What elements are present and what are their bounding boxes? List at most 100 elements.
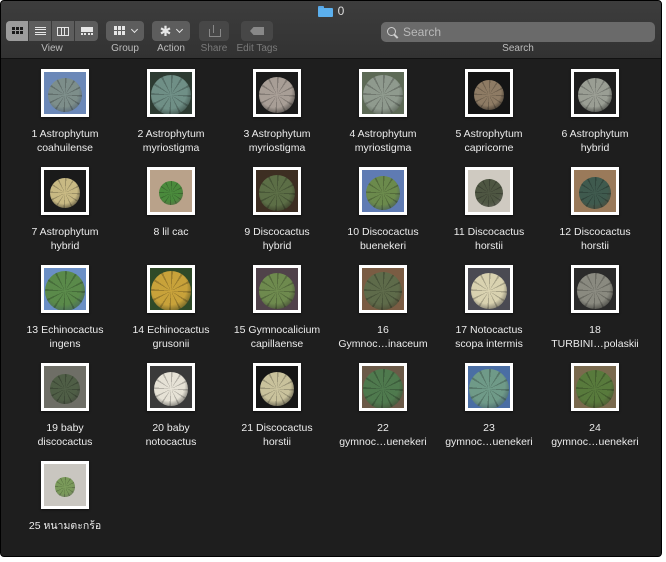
file-name: 6 Astrophytum hybrid: [542, 127, 648, 155]
file-item[interactable]: 6 Astrophytum hybrid: [542, 69, 648, 155]
file-item[interactable]: 1 Astrophytum coahuilense: [12, 69, 118, 155]
file-item[interactable]: 25 หนามตะกร้อ: [12, 461, 118, 533]
file-item[interactable]: 4 Astrophytum myriostigma: [330, 69, 436, 155]
column-view-button[interactable]: [52, 21, 75, 41]
file-name-line1: 11 Discocactus: [453, 226, 525, 238]
photo-background: [468, 170, 510, 212]
file-name: 12 Discocactus horstii: [542, 225, 648, 253]
file-name-line2: myriostigma: [142, 142, 200, 154]
share-button[interactable]: [199, 21, 229, 41]
file-name: 5 Astrophytum capricorne: [436, 127, 542, 155]
file-name-line1: 23: [483, 422, 495, 434]
file-thumbnail: [571, 363, 619, 411]
file-name-line1: 9 Discocactus: [244, 226, 310, 238]
file-item[interactable]: 12 Discocactus horstii: [542, 167, 648, 253]
file-thumbnail: [147, 167, 195, 215]
photo-background: [468, 72, 510, 114]
cactus-image: [576, 370, 614, 408]
file-item[interactable]: 9 Discocactus hybrid: [224, 167, 330, 253]
file-name: 16 Gymnoc…inaceum: [330, 323, 436, 351]
group-button[interactable]: [106, 21, 144, 41]
search-field[interactable]: [381, 22, 655, 42]
edit-tags-button[interactable]: [241, 21, 273, 41]
file-item[interactable]: 17 Notocactus scopa intermis: [436, 265, 542, 351]
group-group: [106, 21, 144, 41]
list-icon: [34, 26, 46, 36]
action-button[interactable]: ✱: [152, 21, 190, 41]
group-icon: [113, 26, 126, 36]
file-thumbnail: [147, 265, 195, 313]
file-name-line2: gymnoc…uenekeri: [551, 436, 639, 448]
photo-background: [150, 170, 192, 212]
file-name: 3 Astrophytum myriostigma: [224, 127, 330, 155]
cactus-image: [474, 80, 504, 111]
file-name: 20 baby notocactus: [118, 421, 224, 449]
file-thumbnail: [41, 167, 89, 215]
icon-grid-icon: [11, 26, 23, 36]
cactus-image: [45, 271, 85, 310]
cactus-image: [475, 179, 503, 208]
photo-background: [362, 268, 404, 310]
window-title-text: 0: [337, 4, 345, 18]
cactus-image: [471, 273, 507, 310]
file-item[interactable]: 23 gymnoc…uenekeri: [436, 363, 542, 449]
file-thumbnail: [465, 69, 513, 117]
file-item[interactable]: 24 gymnoc…uenekeri: [542, 363, 648, 449]
photo-background: [150, 72, 192, 114]
file-name-line1: 12 Discocactus: [559, 226, 631, 238]
file-name-line2: hybrid: [50, 240, 80, 252]
list-view-button[interactable]: [29, 21, 52, 41]
file-name-line2: hybrid: [580, 142, 610, 154]
file-thumbnail: [359, 69, 407, 117]
cactus-image: [259, 77, 295, 114]
photo-background: [256, 72, 298, 114]
file-item[interactable]: 21 Discocactus horstii: [224, 363, 330, 449]
file-item[interactable]: 22 gymnoc…uenekeri: [330, 363, 436, 449]
photo-background: [256, 170, 298, 212]
edit-tags-label: Edit Tags: [236, 43, 278, 54]
icon-view-button[interactable]: [6, 21, 29, 41]
search-input[interactable]: [403, 25, 643, 39]
file-name-line1: 19 baby: [46, 422, 84, 434]
file-item[interactable]: 5 Astrophytum capricorne: [436, 69, 542, 155]
file-item[interactable]: 20 baby notocactus: [118, 363, 224, 449]
file-name: 19 baby discocactus: [12, 421, 118, 449]
file-thumbnail: [571, 265, 619, 313]
gallery-icon: [80, 26, 93, 36]
window-title: 0: [1, 3, 661, 19]
file-item[interactable]: 7 Astrophytum hybrid: [12, 167, 118, 253]
file-name-line1: 16: [377, 324, 389, 336]
file-item[interactable]: 2 Astrophytum myriostigma: [118, 69, 224, 155]
file-item[interactable]: 18 TURBINI…polaskii: [542, 265, 648, 351]
file-name-line2: buenekeri: [359, 240, 407, 252]
share-icon: [209, 25, 221, 37]
cactus-image: [363, 369, 403, 408]
gallery-view-button[interactable]: [75, 21, 98, 41]
file-name-line2: capricorne: [464, 142, 514, 154]
photo-background: [574, 366, 616, 408]
file-item[interactable]: 14 Echinocactus grusonii: [118, 265, 224, 351]
columns-icon: [57, 26, 69, 36]
file-name: 24 gymnoc…uenekeri: [542, 421, 648, 449]
file-name-line2: Gymnoc…inaceum: [338, 338, 428, 350]
file-item[interactable]: 3 Astrophytum myriostigma: [224, 69, 330, 155]
photo-background: [468, 366, 510, 408]
file-name: 17 Notocactus scopa intermis: [436, 323, 542, 351]
cactus-image: [260, 372, 294, 407]
file-item[interactable]: 10 Discocactus buenekeri: [330, 167, 436, 253]
file-item[interactable]: 15 Gymnocalicium capillaense: [224, 265, 330, 351]
gear-icon: ✱: [159, 23, 172, 39]
file-name: 15 Gymnocalicium capillaense: [224, 323, 330, 351]
file-item[interactable]: 11 Discocactus horstii: [436, 167, 542, 253]
file-name: 18 TURBINI…polaskii: [542, 323, 648, 351]
cactus-image: [366, 176, 400, 211]
file-item[interactable]: 8 lil cac: [118, 167, 224, 239]
photo-background: [256, 268, 298, 310]
file-thumbnail: [41, 265, 89, 313]
file-name: 10 Discocactus buenekeri: [330, 225, 436, 253]
file-name-line1: 8 lil cac: [153, 226, 189, 238]
file-item[interactable]: 13 Echinocactus ingens: [12, 265, 118, 351]
file-item[interactable]: 19 baby discocactus: [12, 363, 118, 449]
file-item[interactable]: 16 Gymnoc…inaceum: [330, 265, 436, 351]
file-name: 14 Echinocactus grusonii: [118, 323, 224, 351]
